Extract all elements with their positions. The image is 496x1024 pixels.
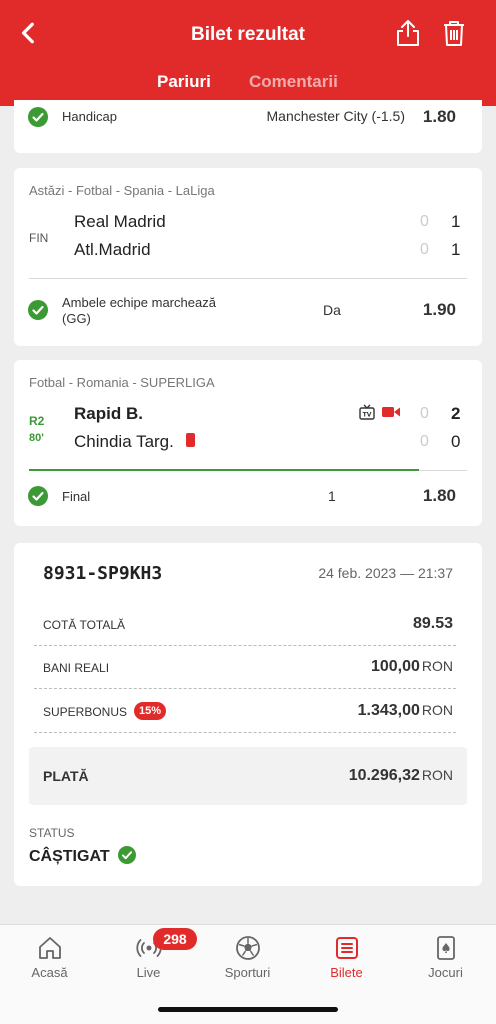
divider <box>34 688 456 689</box>
selection: Manchester City (-1.5) <box>266 108 405 124</box>
status-text: CÂȘTIGAT <box>29 848 110 865</box>
tab-comentarii[interactable]: Comentarii <box>249 72 338 92</box>
away-score: 1 <box>451 240 461 259</box>
red-card-icon <box>186 433 195 447</box>
bet-card-1: Handicap Manchester City (-1.5) 1.80 <box>14 100 482 153</box>
home-ht-score: 0 <box>420 405 429 422</box>
nav-label: Sporturi <box>224 965 271 980</box>
selection: Da <box>323 302 341 318</box>
cards-icon <box>437 936 455 960</box>
status-label: STATUS <box>29 826 75 840</box>
currency: RON <box>421 767 453 783</box>
bonus-label: SUPERBONUS <box>43 705 128 719</box>
nav-label: Live <box>136 965 161 980</box>
soccer-ball-icon <box>236 936 260 960</box>
home-ht-score: 0 <box>420 213 429 230</box>
total-odds-label: COTĂ TOTALĂ <box>43 618 126 632</box>
league-path: Fotbal - Romania - SUPERLIGA <box>29 375 215 390</box>
match-minute: 80' <box>29 432 44 444</box>
away-team: Chindia Targ. <box>74 432 174 451</box>
stake-label: BANI REALI <box>43 661 110 675</box>
ticket-id: 8931-SP9KH3 <box>43 563 163 584</box>
total-odds-value: 89.53 <box>412 615 453 632</box>
check-circle-icon <box>28 300 48 320</box>
payout-amount: 10.296,32 <box>348 767 420 784</box>
bonus-amount: 1.343,00 <box>357 702 420 719</box>
check-circle-icon <box>28 486 48 506</box>
home-score: 2 <box>451 404 461 423</box>
away-ht-score: 0 <box>420 241 429 258</box>
selection: 1 <box>328 488 336 504</box>
app-header: Bilet rezultat Pariuri Comentarii <box>0 0 496 106</box>
nav-sporturi[interactable]: Sporturi <box>198 925 297 995</box>
nav-label: Jocuri <box>428 965 463 980</box>
home-team: Rapid B. <box>74 404 143 423</box>
tv-icon[interactable]: TV <box>359 404 375 420</box>
match-period: R2 <box>29 414 45 428</box>
ticket-summary: 8931-SP9KH3 24 feb. 2023 — 21:37 COTĂ TO… <box>14 543 482 886</box>
bonus-percent-badge: 15% <box>134 702 166 720</box>
nav-jocuri[interactable]: Jocuri <box>396 925 495 995</box>
league-path: Astăzi - Fotbal - Spania - LaLiga <box>29 183 215 198</box>
payout-value: 10.296,32 RON <box>349 767 453 785</box>
market-name: Ambele echipe marchează (GG) <box>62 295 216 326</box>
divider <box>34 732 456 733</box>
stake-value: 100,00 RON <box>371 658 453 676</box>
currency: RON <box>421 702 453 718</box>
away-score: 0 <box>451 432 461 451</box>
away-team: Atl.Madrid <box>74 240 151 259</box>
odds-value: 1.80 <box>422 486 456 505</box>
share-icon[interactable] <box>394 18 422 48</box>
ticket-icon <box>336 937 358 959</box>
match-status: FIN <box>29 231 49 245</box>
svg-text:TV: TV <box>363 412 372 419</box>
divider <box>29 278 467 279</box>
nav-label: Bilete <box>330 965 363 980</box>
trash-icon[interactable] <box>440 18 468 48</box>
nav-acasa[interactable]: Acasă <box>0 925 99 995</box>
stake-amount: 100,00 <box>370 658 420 675</box>
live-count-badge: 298 <box>153 928 197 950</box>
away-ht-score: 0 <box>420 433 429 450</box>
payout-label: PLATĂ <box>43 768 89 784</box>
home-team: Real Madrid <box>74 212 166 231</box>
match-progress-bar <box>29 469 419 471</box>
odds-value: 1.90 <box>422 300 456 319</box>
bet-card-3: Fotbal - Romania - SUPERLIGA R2 80' Rapi… <box>14 360 482 526</box>
check-circle-icon <box>118 846 137 864</box>
tab-pariuri[interactable]: Pariuri <box>157 72 211 92</box>
status-value: CÂȘTIGAT <box>29 843 137 866</box>
ticket-date: 24 feb. 2023 — 21:37 <box>318 565 453 581</box>
home-score: 1 <box>451 212 461 231</box>
market-name: Final <box>62 489 91 504</box>
odds-value: 1.80 <box>422 107 456 126</box>
currency: RON <box>421 658 453 674</box>
bet-card-2: Astăzi - Fotbal - Spania - LaLiga FIN Re… <box>14 168 482 346</box>
home-indicator[interactable] <box>158 1007 338 1012</box>
divider <box>34 645 456 646</box>
check-circle-icon <box>28 107 48 127</box>
home-icon <box>39 937 61 959</box>
nav-label: Acasă <box>31 965 68 980</box>
payout-box: PLATĂ 10.296,32 RON <box>29 747 467 805</box>
market-name: Handicap <box>62 109 117 124</box>
nav-bilete[interactable]: Bilete <box>297 925 396 995</box>
video-camera-icon[interactable] <box>382 406 400 418</box>
bonus-value: 1.343,00 RON <box>358 702 453 720</box>
